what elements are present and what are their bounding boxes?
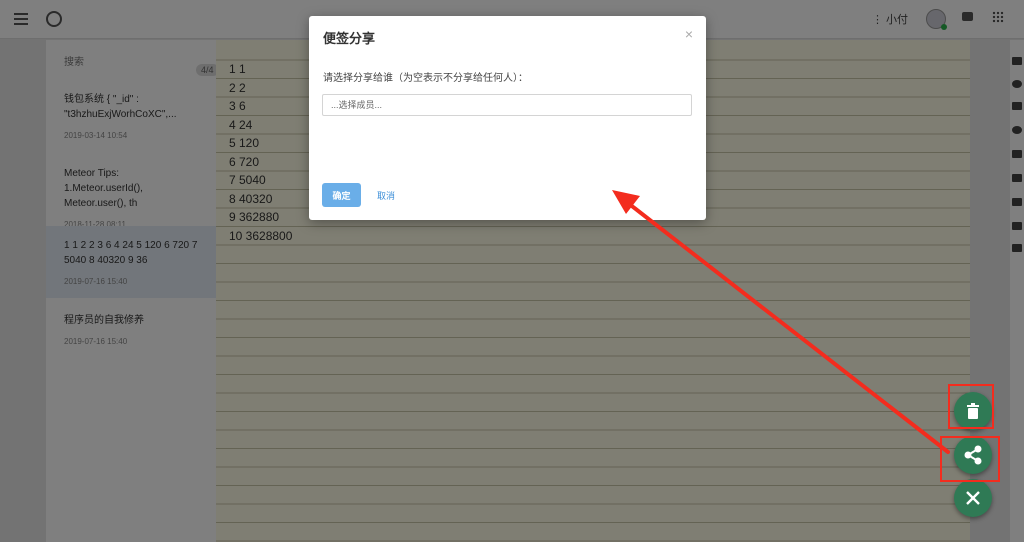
share-prompt-label: 请选择分享给谁（为空表示不分享给任何人）：	[323, 73, 528, 84]
close-icon	[966, 491, 980, 505]
close-icon[interactable]: ×	[685, 26, 693, 42]
dialog-title: 便签分享	[323, 31, 376, 46]
confirm-button[interactable]: 确定	[322, 183, 361, 207]
member-select-input[interactable]	[322, 94, 692, 116]
highlight-box-share	[940, 436, 1000, 482]
cancel-button[interactable]: 取消	[371, 183, 401, 207]
highlight-box-delete	[948, 384, 994, 429]
close-fab[interactable]	[954, 479, 992, 517]
share-dialog: 便签分享 × 请选择分享给谁（为空表示不分享给任何人）： 确定 取消	[309, 16, 706, 220]
